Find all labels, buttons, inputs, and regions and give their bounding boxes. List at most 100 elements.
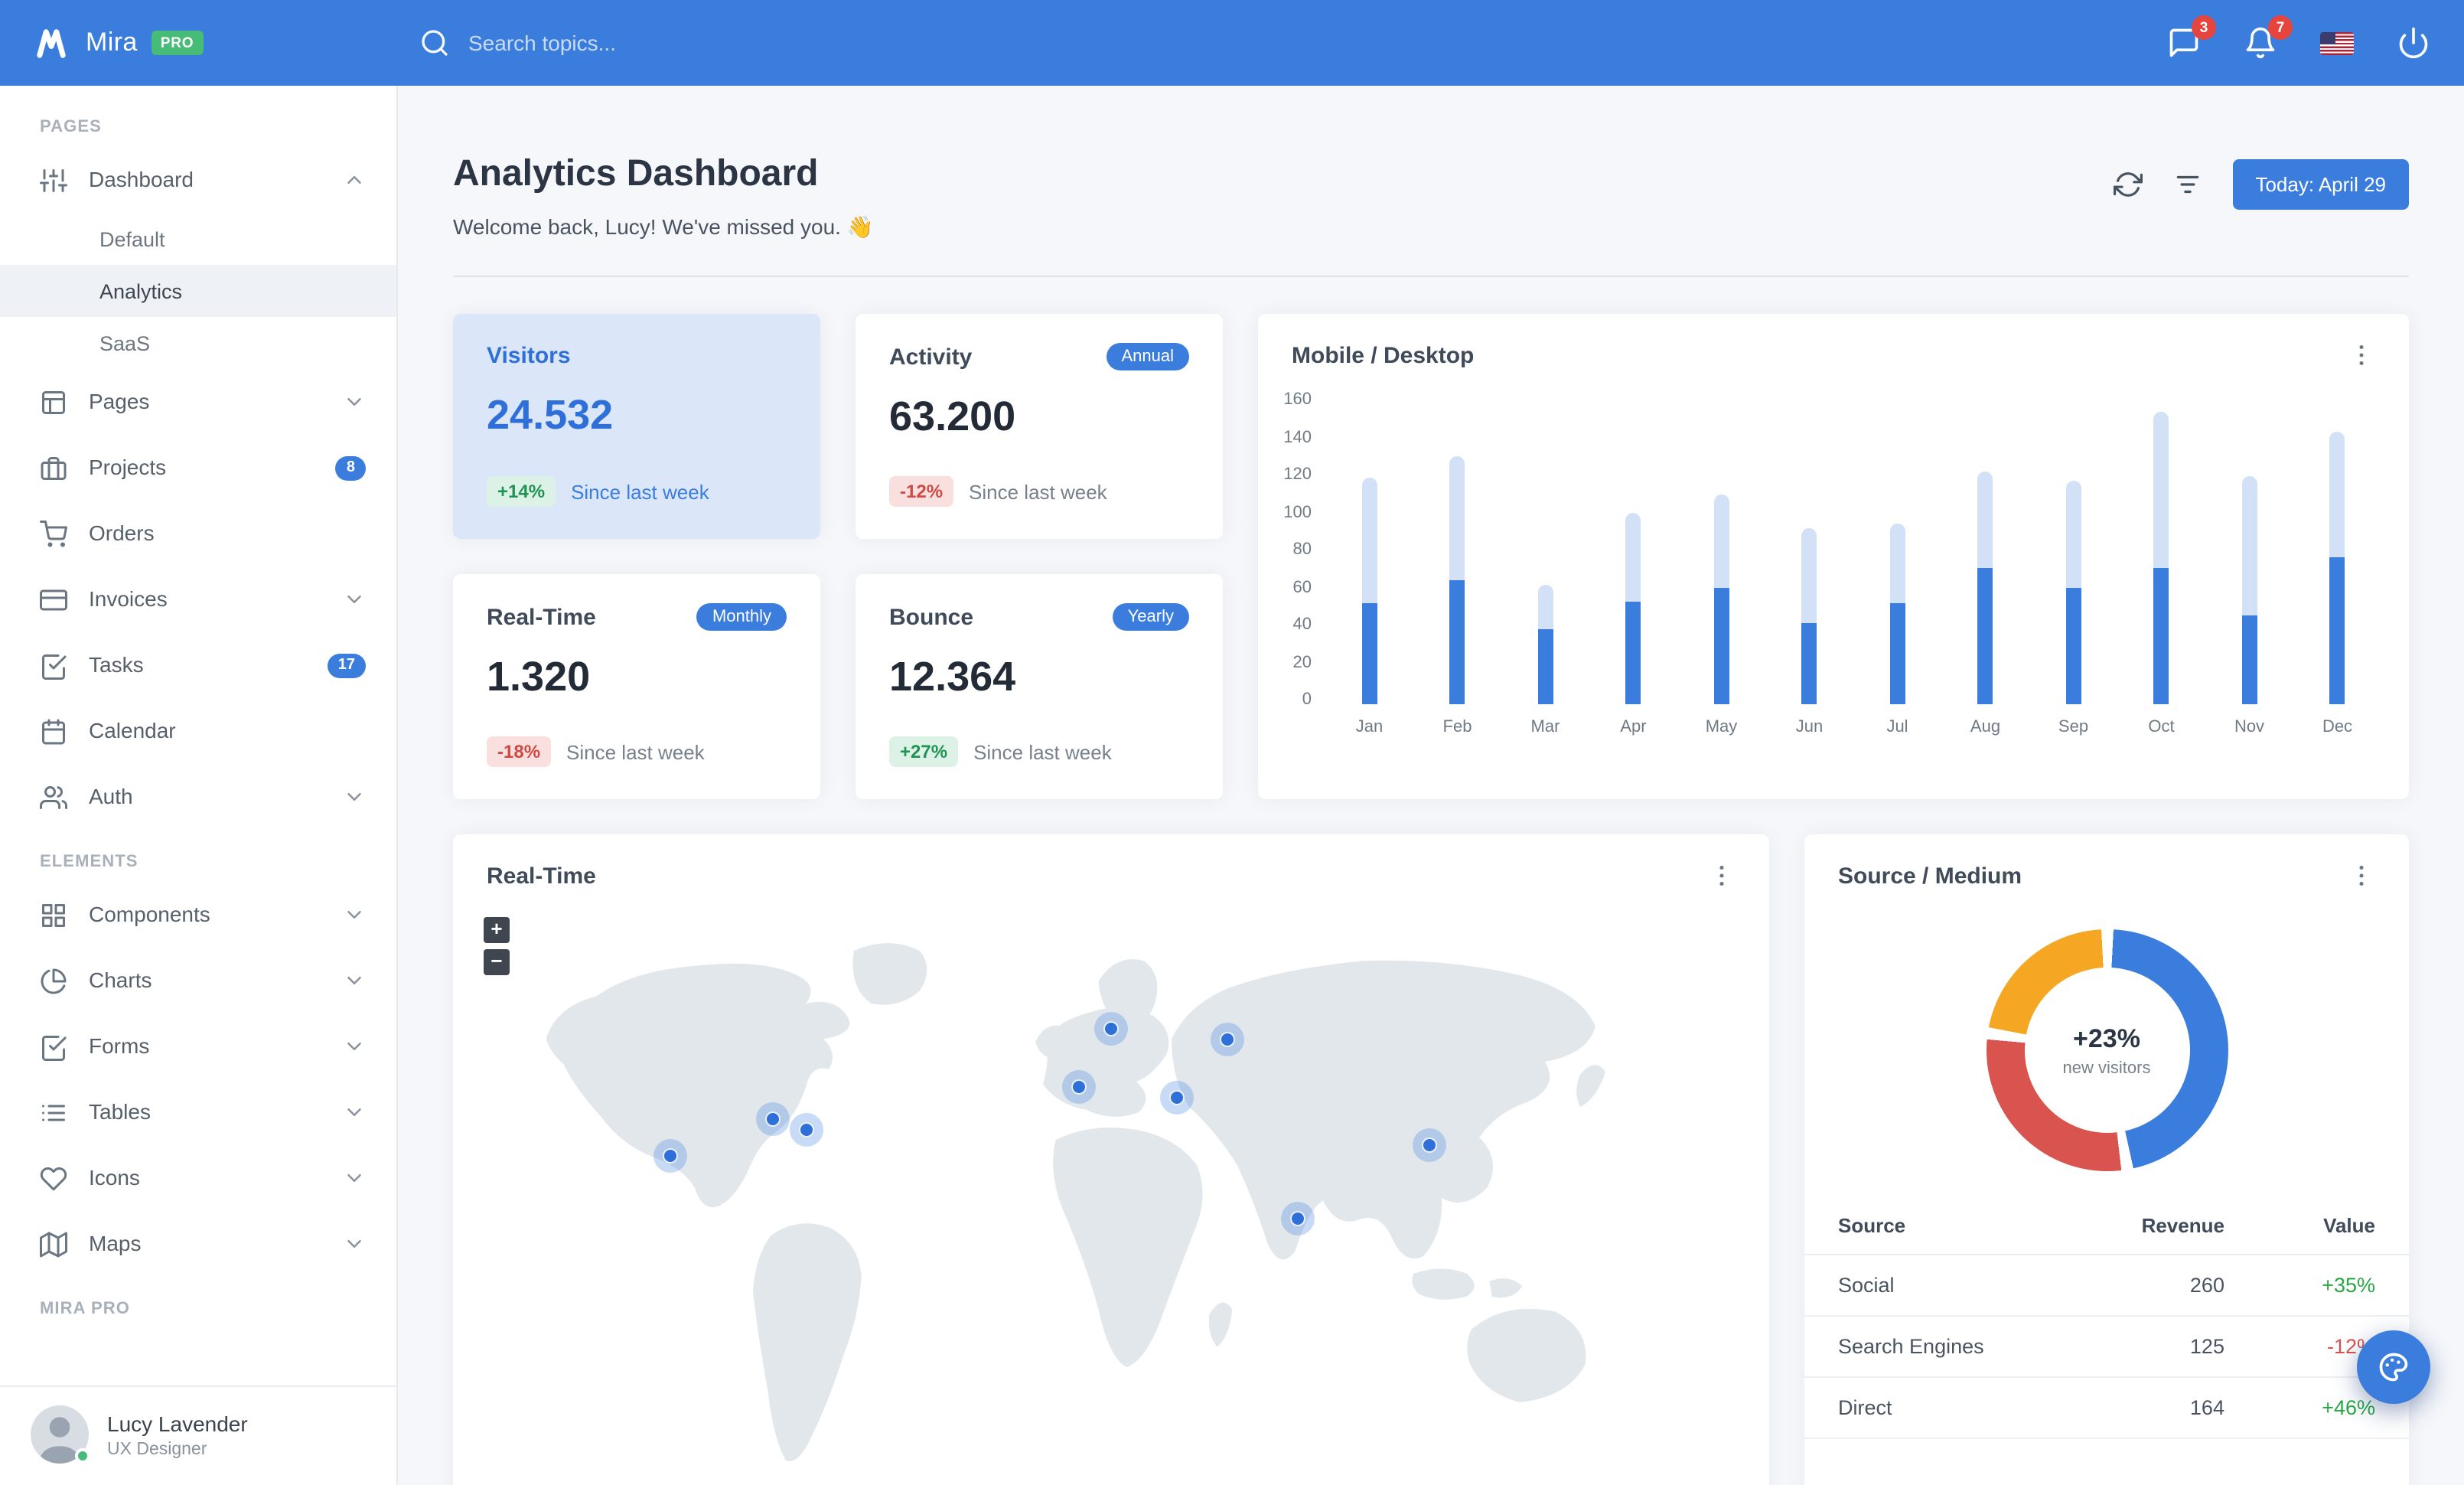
- sidebar-item-analytics[interactable]: Analytics: [0, 265, 396, 317]
- more-options-icon[interactable]: [1708, 862, 1736, 889]
- sidebar-item-default[interactable]: Default: [0, 213, 396, 265]
- logout-button[interactable]: [2397, 26, 2430, 60]
- bar-column-jul: Jul: [1853, 400, 1941, 739]
- sidebar-item-tables[interactable]: Tables: [0, 1079, 396, 1145]
- page-title: Analytics Dashboard: [453, 153, 819, 194]
- chevron-down-icon: [343, 1035, 366, 1058]
- x-axis-label: Aug: [1970, 718, 2001, 736]
- map-marker[interactable]: [1280, 1201, 1315, 1235]
- desktop-bar-segment: [1449, 456, 1465, 581]
- x-axis-label: Feb: [1442, 718, 1472, 736]
- navbar-search: [398, 28, 2167, 58]
- desktop-bar-segment: [2241, 475, 2257, 616]
- refresh-button[interactable]: [2113, 170, 2143, 199]
- search-input[interactable]: [468, 31, 866, 55]
- donut-chart: +23% new visitors: [1986, 929, 2228, 1171]
- sidebar-item-charts[interactable]: Charts: [0, 948, 396, 1013]
- brand-link[interactable]: Mira PRO: [0, 22, 398, 64]
- sidebar-item-dashboard[interactable]: Dashboard: [0, 147, 396, 213]
- desktop-bar-segment: [1361, 477, 1377, 603]
- sidebar-item-label: Forms: [89, 1033, 150, 1058]
- header-divider: [453, 276, 2409, 277]
- map-marker[interactable]: [1159, 1080, 1194, 1115]
- map-marker[interactable]: [756, 1102, 790, 1137]
- grid-icon: [40, 901, 67, 929]
- y-axis-tick: 160: [1283, 390, 1312, 409]
- zoom-in-button[interactable]: +: [484, 917, 510, 943]
- x-axis-label: Nov: [2234, 718, 2265, 736]
- sidebar-item-calendar[interactable]: Calendar: [0, 698, 396, 764]
- sidebar-item-tasks[interactable]: Tasks 17: [0, 632, 396, 698]
- bar-column-sep: Sep: [2029, 400, 2117, 739]
- map-marker[interactable]: [1412, 1128, 1446, 1162]
- map-marker[interactable]: [653, 1138, 687, 1172]
- more-options-icon[interactable]: [2348, 341, 2375, 369]
- theme-settings-button[interactable]: [2357, 1330, 2430, 1404]
- avatar: [31, 1405, 90, 1464]
- sidebar-item-badge: 17: [327, 653, 366, 677]
- map-marker[interactable]: [789, 1113, 823, 1147]
- map-marker[interactable]: [1094, 1012, 1128, 1046]
- bar-column-mar: Mar: [1501, 400, 1589, 739]
- stat-footer: +27% Since last week: [889, 736, 1189, 770]
- mobile-bar-segment: [1801, 623, 1817, 704]
- source-cell: Social: [1804, 1255, 2071, 1317]
- stacked-bar: [1801, 527, 1817, 704]
- us-flag-icon[interactable]: [2320, 31, 2354, 54]
- stat-value: 1.320: [487, 654, 591, 700]
- sidebar-item-saas[interactable]: SaaS: [0, 317, 396, 369]
- sidebar-item-projects[interactable]: Projects 8: [0, 435, 396, 501]
- desktop-bar-segment: [1801, 527, 1817, 624]
- mira-logo-icon: [31, 22, 72, 64]
- source-table-body: Social 260 +35% Search Engines 125 -12% Direct…: [1804, 1255, 2409, 1439]
- sidebar-section-label: ELEMENTS: [40, 853, 139, 871]
- today-button[interactable]: Today: April 29: [2232, 159, 2409, 210]
- sidebar-item-orders[interactable]: Orders: [0, 501, 396, 566]
- card-title: Source / Medium: [1838, 863, 2022, 889]
- messages-button[interactable]: 3: [2167, 15, 2216, 60]
- stacked-bar: [1713, 494, 1729, 704]
- more-options-icon[interactable]: [2348, 862, 2375, 889]
- zoom-out-button[interactable]: −: [484, 949, 510, 975]
- chevron-up-icon: [343, 168, 366, 191]
- sidebar-user[interactable]: Lucy Lavender UX Designer: [0, 1385, 396, 1485]
- sidebar-item-maps[interactable]: Maps: [0, 1211, 396, 1277]
- sidebar-item-icons[interactable]: Icons: [0, 1145, 396, 1211]
- donut-value: +23%: [2073, 1023, 2140, 1053]
- sidebar-item-label: Dashboard: [89, 167, 194, 191]
- page-header: Analytics Dashboard Welcome back, Lucy! …: [453, 153, 2409, 240]
- sidebar-item-invoices[interactable]: Invoices: [0, 566, 396, 632]
- map-marker[interactable]: [1061, 1070, 1096, 1104]
- sidebar-item-pages[interactable]: Pages: [0, 369, 396, 435]
- map-marker[interactable]: [1210, 1022, 1244, 1056]
- stat-title: Activity: [889, 344, 973, 370]
- sidebar-item-forms[interactable]: Forms: [0, 1013, 396, 1079]
- stat-caption: Since last week: [571, 480, 709, 503]
- bar-column-oct: Oct: [2117, 400, 2205, 739]
- credit-card-icon: [40, 586, 67, 613]
- stat-title: Bounce: [889, 604, 974, 630]
- x-axis-label: Dec: [2322, 718, 2353, 736]
- y-axis-tick: 120: [1283, 465, 1312, 484]
- donut-center: +23% new visitors: [1986, 929, 2228, 1171]
- mobile-bar-segment: [1713, 588, 1729, 704]
- navbar-actions: 3 7: [2167, 15, 2430, 60]
- mobile-bar-segment: [2241, 615, 2257, 704]
- mobile-bar-segment: [1977, 567, 1993, 704]
- y-axis-tick: 60: [1292, 578, 1312, 596]
- stat-delta-badge: -18%: [487, 736, 552, 767]
- sidebar-item-components[interactable]: Components: [0, 882, 396, 948]
- sidebar-item-label: Invoices: [89, 586, 168, 611]
- card-header: Source / Medium: [1804, 834, 2409, 899]
- stat-period-badge: Annual: [1106, 343, 1189, 370]
- filter-button[interactable]: [2172, 170, 2202, 199]
- world-map[interactable]: [481, 908, 1742, 1485]
- notifications-button[interactable]: 7: [2244, 15, 2293, 60]
- sliders-icon: [40, 166, 67, 194]
- mobile-desktop-card: Mobile / Desktop 160 140 120 100 80 60 40 20 0 J…: [1258, 314, 2409, 799]
- sidebar-item-auth[interactable]: Auth: [0, 764, 396, 830]
- donut-wrap: +23% new visitors: [1804, 899, 2409, 1193]
- shopping-cart-icon: [40, 520, 67, 547]
- user-name: Lucy Lavender: [107, 1412, 248, 1436]
- stat-card-header: Activity Annual: [889, 343, 1189, 370]
